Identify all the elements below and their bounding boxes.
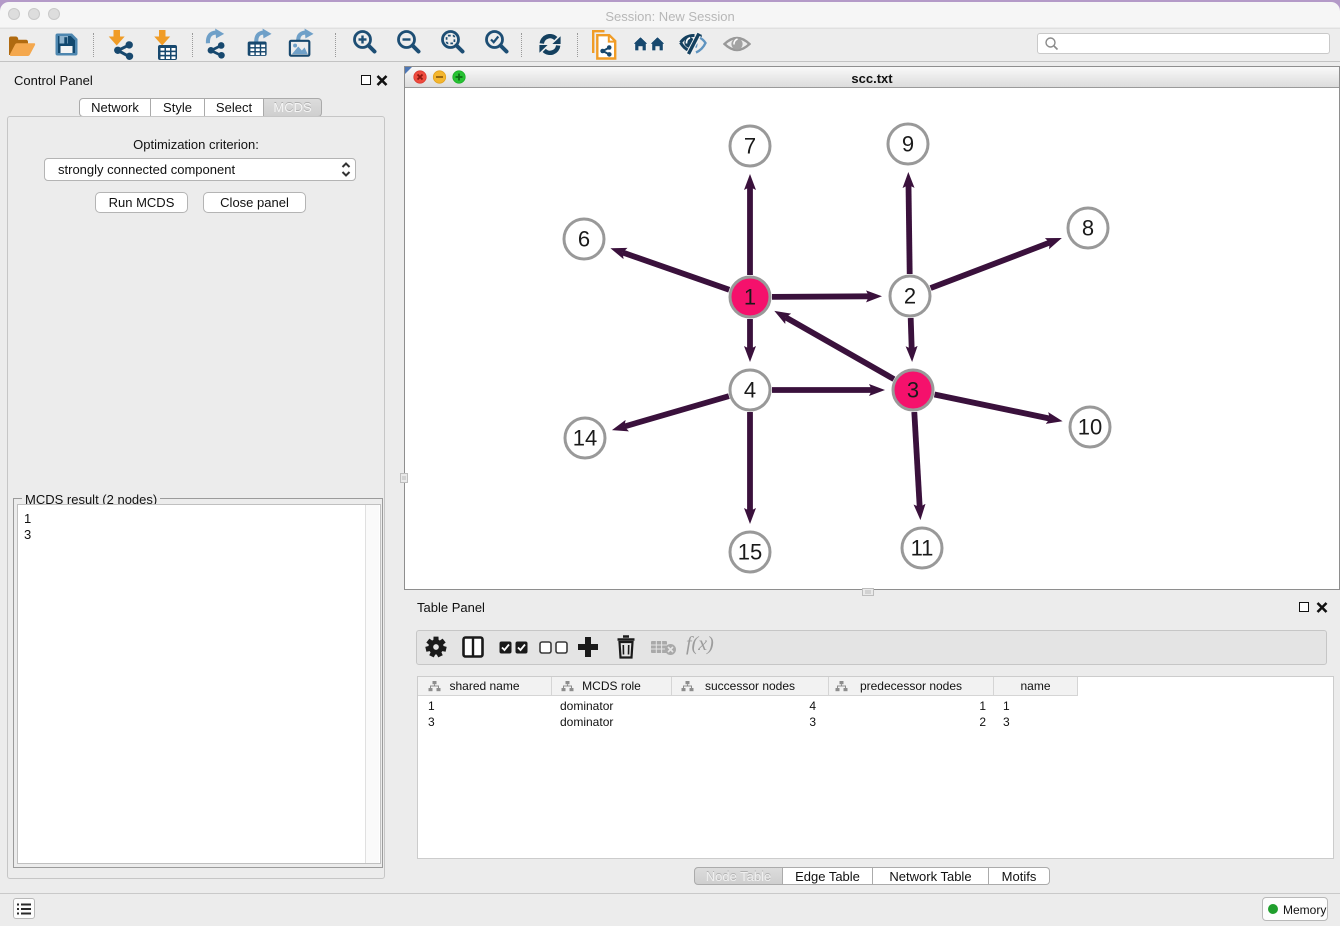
- svg-text:10: 10: [1078, 415, 1102, 440]
- svg-text:1: 1: [744, 285, 756, 310]
- svg-text:8: 8: [1082, 216, 1094, 241]
- svg-text:14: 14: [573, 426, 597, 451]
- svg-text:9: 9: [902, 132, 914, 157]
- svg-text:11: 11: [911, 536, 934, 561]
- svg-text:3: 3: [907, 378, 919, 403]
- svg-text:2: 2: [904, 284, 916, 309]
- svg-text:7: 7: [744, 134, 756, 159]
- svg-text:4: 4: [744, 378, 756, 403]
- svg-text:15: 15: [738, 540, 762, 565]
- svg-text:6: 6: [578, 227, 590, 252]
